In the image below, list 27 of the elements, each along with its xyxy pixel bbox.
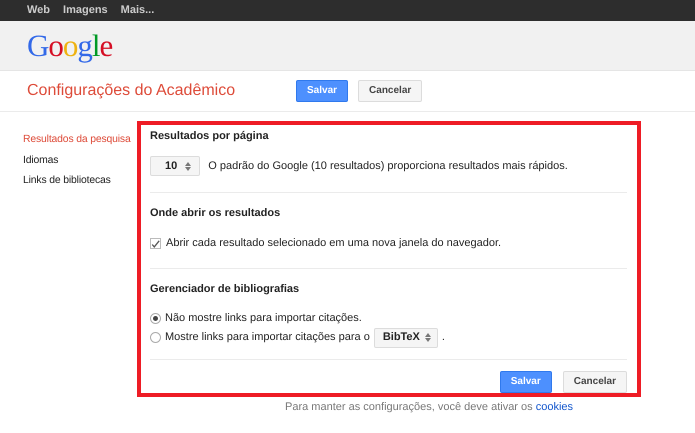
- nav-link[interactable]: Mais...: [120, 2, 154, 19]
- nav-link[interactable]: Imagens: [63, 2, 108, 19]
- cookies-link[interactable]: cookies: [536, 401, 573, 413]
- radio-label: Mostre links para importar citações para o: [165, 330, 370, 346]
- punctuation-text: .: [442, 330, 445, 346]
- page-title: Configurações do Acadêmico: [27, 81, 236, 101]
- sort-icon: [424, 333, 431, 342]
- section-heading: Onde abrir os resultados: [150, 207, 282, 220]
- sidebar-item[interactable]: Links de bibliotecas: [23, 171, 137, 192]
- sidebar-item[interactable]: Idiomas: [23, 150, 137, 171]
- checkbox[interactable]: [150, 238, 161, 250]
- results-per-page-select[interactable]: 10: [150, 156, 200, 176]
- logo[interactable]: Google: [27, 30, 112, 61]
- sort-icon: [185, 162, 192, 171]
- checkbox-label: Abrir cada resultado selecionado em uma nova janela do navegador.: [166, 236, 502, 252]
- cancel-button[interactable]: Cancelar: [358, 80, 422, 102]
- sidebar-item[interactable]: Resultados da pesquisa: [23, 130, 137, 150]
- nav-link[interactable]: Web: [27, 2, 50, 19]
- cancel-button[interactable]: Cancelar: [562, 370, 627, 393]
- section-heading: Resultados por página: [150, 130, 270, 144]
- description-text: O padrão do Google (10 resultados) proporciona resultados mais rápidos.: [208, 158, 568, 174]
- radio-label: Não mostre links para importar citações.: [165, 311, 362, 326]
- format-select[interactable]: BibTeX: [374, 328, 438, 348]
- radio-button[interactable]: [150, 312, 161, 324]
- section-heading: Gerenciador de bibliografias: [150, 282, 300, 296]
- footer-note: Para manter as configurações, você deve ativar os cookies: [284, 400, 574, 415]
- radio-button[interactable]: [150, 332, 161, 344]
